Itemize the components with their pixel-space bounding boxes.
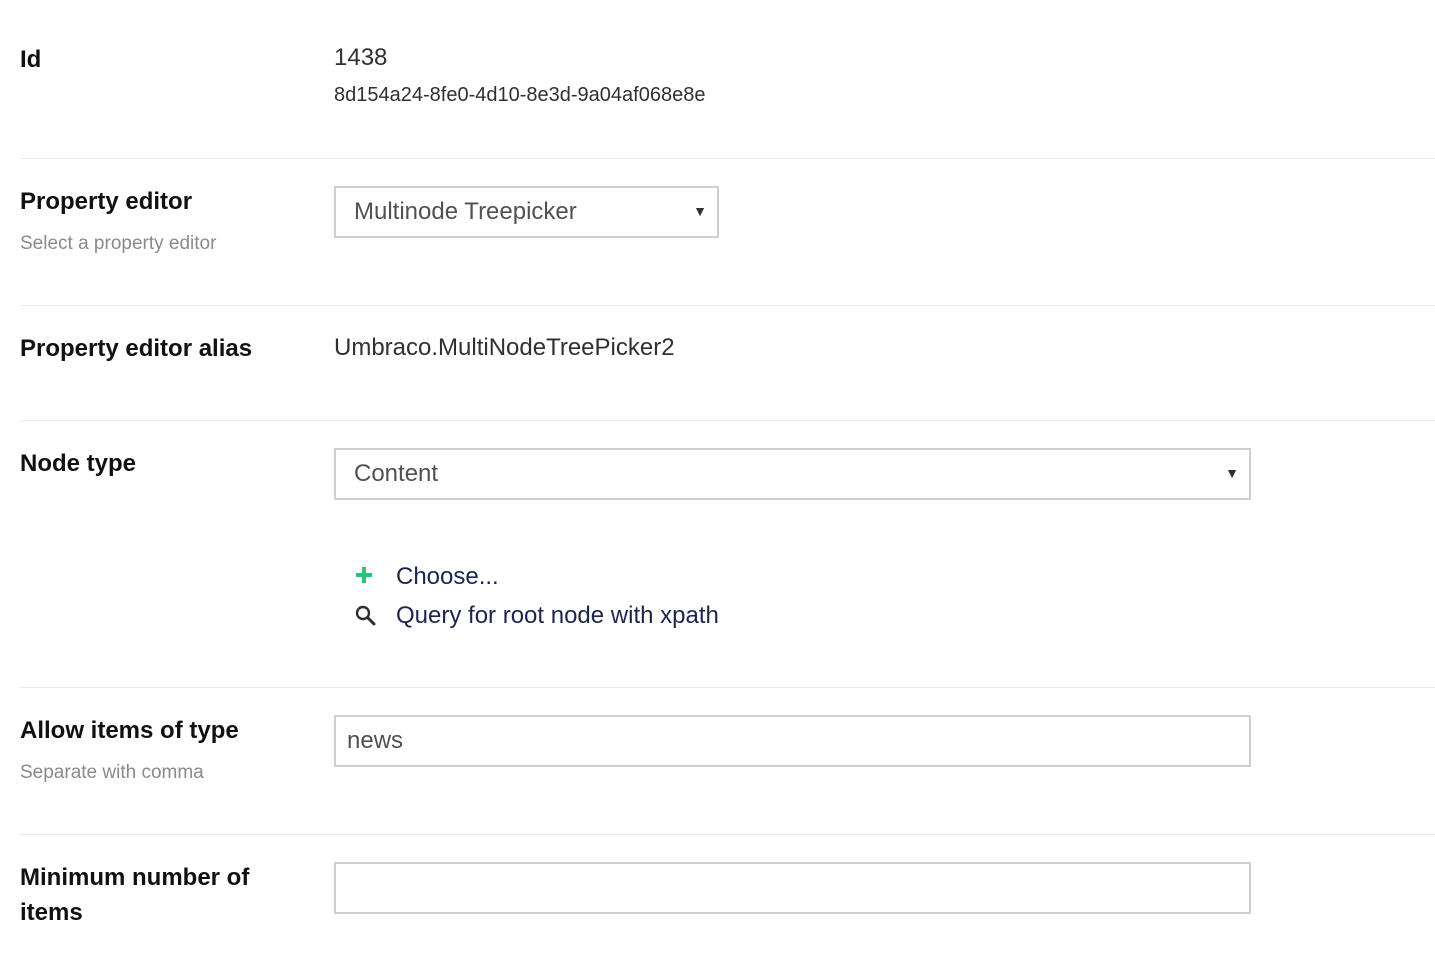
property-editor-alias-value: Umbraco.MultiNodeTreePicker2 xyxy=(334,334,675,361)
allow-items-value: news xyxy=(347,727,404,754)
property-editor-select[interactable]: Multinode Treepicker ▼ xyxy=(334,186,719,238)
property-editor-alias-row: Property editor alias Umbraco.MultiNodeT… xyxy=(20,306,1435,420)
min-items-row: Minimum number of items xyxy=(20,835,1435,958)
query-label: Query for root node with xpath xyxy=(396,602,719,629)
property-editor-alias-label: Property editor alias xyxy=(20,335,253,362)
id-guid: 8d154a24-8fe0-4d10-8e3d-9a04af068e8e xyxy=(334,84,706,106)
allow-items-label: Allow items of type xyxy=(20,717,239,744)
id-label: Id xyxy=(20,46,42,73)
search-icon xyxy=(354,599,378,633)
choose-label: Choose... xyxy=(396,563,499,590)
property-editor-selected: Multinode Treepicker xyxy=(354,198,577,225)
node-type-selected: Content xyxy=(354,460,439,487)
min-items-label: Minimum number of items xyxy=(20,864,250,926)
property-editor-row: Property editor Select a property editor… xyxy=(20,159,1435,305)
allow-items-input[interactable]: news xyxy=(334,715,1251,767)
allow-items-description: Separate with comma xyxy=(20,762,204,783)
property-editor-label: Property editor xyxy=(20,188,193,215)
datatype-settings-form: Id 1438 8d154a24-8fe0-4d10-8e3d-9a04af06… xyxy=(0,0,1435,958)
id-row: Id 1438 8d154a24-8fe0-4d10-8e3d-9a04af06… xyxy=(20,0,1435,158)
node-type-row: Node type Content ▼ Choose... Query for … xyxy=(20,421,1435,687)
property-editor-description: Select a property editor xyxy=(20,233,217,254)
caret-down-icon: ▼ xyxy=(1225,465,1239,481)
node-type-label: Node type xyxy=(20,450,137,477)
id-number: 1438 xyxy=(334,44,388,71)
min-items-input[interactable] xyxy=(334,862,1251,914)
allow-items-row: Allow items of type Separate with comma … xyxy=(20,688,1435,834)
caret-down-icon: ▼ xyxy=(693,203,707,219)
plus-icon xyxy=(354,560,378,594)
node-type-select[interactable]: Content ▼ xyxy=(334,448,1251,500)
